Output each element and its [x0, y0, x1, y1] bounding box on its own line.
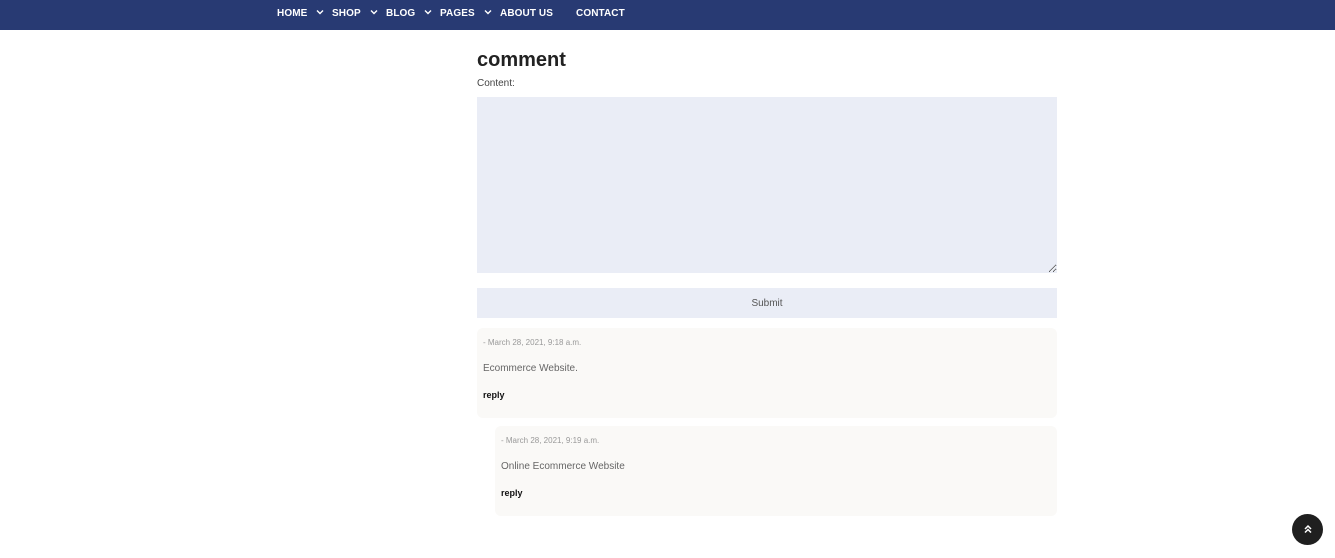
nav-item-label: SHOP [332, 7, 361, 19]
reply-link[interactable]: reply [501, 488, 523, 498]
nav-item-pages[interactable]: PAGES [440, 0, 492, 26]
submit-button[interactable]: Submit [477, 288, 1057, 318]
scroll-to-top-button[interactable] [1292, 514, 1323, 545]
nav-item-label: PAGES [440, 7, 475, 19]
comment-item: - March 28, 2021, 9:18 a.m. Ecommerce We… [477, 328, 1057, 418]
comment-timestamp: - March 28, 2021, 9:19 a.m. [501, 436, 600, 445]
reply-link[interactable]: reply [483, 390, 505, 400]
nav-item-contact[interactable]: CONTACT [576, 0, 625, 26]
chevron-down-icon [370, 8, 378, 16]
comment-reply-item: - March 28, 2021, 9:19 a.m. Online Ecomm… [495, 426, 1057, 516]
comment-form-title: comment [477, 49, 566, 71]
nav-item-label: ABOUT US [500, 7, 554, 19]
content-label: Content: [477, 78, 515, 89]
nav-item-blog[interactable]: BLOG [386, 0, 432, 26]
comment-timestamp: - March 28, 2021, 9:18 a.m. [483, 338, 582, 347]
top-navigation-bar: HOME SHOP BLOG PAGES ABOUT US CONTACT [0, 0, 1335, 30]
chevron-down-icon [424, 8, 432, 16]
nav-item-label: CONTACT [576, 7, 625, 19]
comment-body: Online Ecommerce Website [501, 461, 625, 472]
chevron-down-icon [316, 8, 324, 16]
content-textarea[interactable] [477, 97, 1057, 273]
nav-item-label: HOME [277, 7, 308, 19]
chevron-down-icon [484, 8, 492, 16]
nav-item-home[interactable]: HOME [277, 0, 324, 26]
nav-item-shop[interactable]: SHOP [332, 0, 378, 26]
comment-body: Ecommerce Website. [483, 363, 578, 374]
double-chevron-up-icon [1303, 521, 1313, 539]
nav-item-label: BLOG [386, 7, 416, 19]
nav-item-about-us[interactable]: ABOUT US [500, 0, 553, 26]
